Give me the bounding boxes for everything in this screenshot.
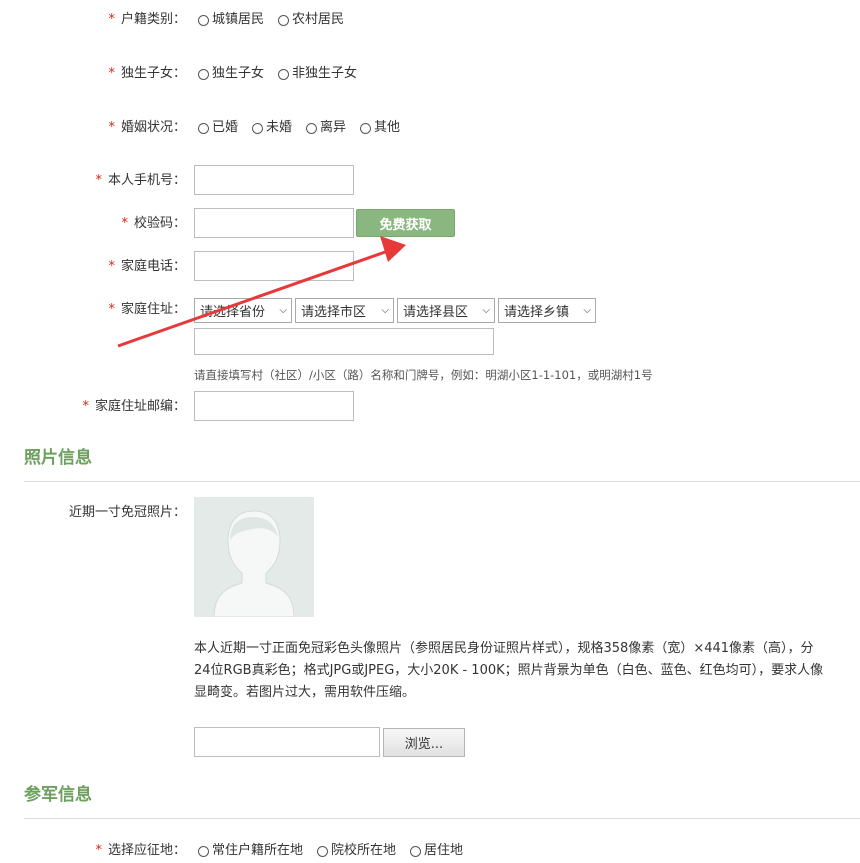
address-detail-input[interactable] [194, 328, 494, 355]
avatar-placeholder-icon [194, 497, 314, 617]
photo-requirements-line: 24位RGB真彩色；格式JPG或JPEG，大小20K - 100K；照片背景为单… [194, 663, 824, 678]
marital-option-divorced[interactable]: 离异 [306, 119, 346, 137]
radio-icon[interactable] [410, 845, 422, 857]
required-star: * [108, 12, 115, 27]
radio-icon[interactable] [278, 14, 290, 26]
radio-icon[interactable] [252, 122, 264, 134]
section-divider [24, 818, 860, 819]
marital-label: * 婚姻状况： [108, 120, 186, 135]
postcode-label: * 家庭住址邮编： [82, 399, 186, 414]
get-code-button[interactable]: 免费获取 [356, 209, 455, 237]
marital-option-other[interactable]: 其他 [360, 119, 400, 137]
radio-icon[interactable] [198, 122, 209, 134]
conscription-label: * 选择应征地： [95, 843, 186, 858]
section-divider [24, 481, 860, 482]
required-star: * [108, 66, 115, 81]
only-child-option-yes[interactable]: 独生子女 [198, 65, 264, 83]
photo-file-input[interactable] [194, 727, 380, 757]
home-phone-input[interactable] [194, 251, 354, 281]
address-hint: 请直接填写村（社区）/小区（路）名称和门牌号，例如：明湖小区1-1-101，或明… [194, 368, 653, 382]
browse-button[interactable]: 浏览... [383, 728, 465, 757]
photo-label: 近期一寸免冠照片： [68, 505, 186, 520]
home-phone-label: * 家庭电话： [108, 259, 186, 274]
mobile-label: * 本人手机号： [95, 173, 186, 188]
photo-requirements-line: 显畸变。若图片过大，需用软件压缩。 [194, 685, 416, 700]
mobile-input[interactable] [194, 165, 354, 195]
radio-icon[interactable] [198, 68, 209, 80]
city-select[interactable]: 请选择市区 ⌵ [295, 298, 394, 323]
conscription-option-hukou[interactable]: 常住户籍所在地 [198, 842, 303, 860]
only-child-label: * 独生子女： [108, 66, 186, 81]
required-star: * [108, 259, 115, 274]
hukou-option-rural[interactable]: 农村居民 [278, 11, 344, 29]
required-star: * [108, 120, 115, 135]
required-star: * [95, 173, 102, 188]
radio-icon[interactable] [198, 845, 209, 857]
address-label: * 家庭住址： [108, 302, 186, 317]
only-child-option-no[interactable]: 非独生子女 [278, 65, 357, 83]
required-star: * [82, 399, 89, 414]
radio-icon[interactable] [278, 68, 290, 80]
marital-options: 已婚 未婚 离异 其他 [198, 119, 414, 137]
postcode-input[interactable] [194, 391, 354, 421]
conscription-option-school[interactable]: 院校所在地 [317, 842, 396, 860]
chevron-down-icon: ⌵ [381, 305, 389, 316]
radio-icon[interactable] [360, 122, 372, 134]
radio-icon[interactable] [317, 845, 329, 857]
photo-section-title: 照片信息 [24, 448, 92, 468]
radio-icon[interactable] [306, 122, 318, 134]
only-child-options: 独生子女 非独生子女 [198, 65, 371, 83]
military-section-title: 参军信息 [24, 785, 92, 805]
required-star: * [121, 216, 128, 231]
chevron-down-icon: ⌵ [279, 305, 287, 316]
hukou-options: 城镇居民 农村居民 [198, 11, 358, 29]
hukou-option-urban[interactable]: 城镇居民 [198, 11, 264, 29]
marital-option-married[interactable]: 已婚 [198, 119, 238, 137]
marital-option-single[interactable]: 未婚 [252, 119, 292, 137]
conscription-options: 常住户籍所在地 院校所在地 居住地 [198, 842, 477, 860]
photo-requirements: 本人近期一寸正面免冠彩色头像照片（参照居民身份证照片样式），规格358像素（宽）… [194, 638, 860, 704]
verify-label: * 校验码： [121, 216, 186, 231]
county-select[interactable]: 请选择县区 ⌵ [397, 298, 495, 323]
hukou-label: * 户籍类别： [108, 12, 186, 27]
required-star: * [108, 302, 115, 317]
chevron-down-icon: ⌵ [583, 305, 591, 316]
required-star: * [95, 843, 102, 858]
province-select[interactable]: 请选择省份 ⌵ [194, 298, 292, 323]
verify-code-input[interactable] [194, 208, 354, 238]
town-select[interactable]: 请选择乡镇 ⌵ [498, 298, 596, 323]
conscription-option-residence[interactable]: 居住地 [410, 842, 463, 860]
radio-icon[interactable] [198, 14, 209, 26]
photo-requirements-line: 本人近期一寸正面免冠彩色头像照片（参照居民身份证照片样式），规格358像素（宽）… [194, 641, 814, 656]
chevron-down-icon: ⌵ [482, 305, 490, 316]
